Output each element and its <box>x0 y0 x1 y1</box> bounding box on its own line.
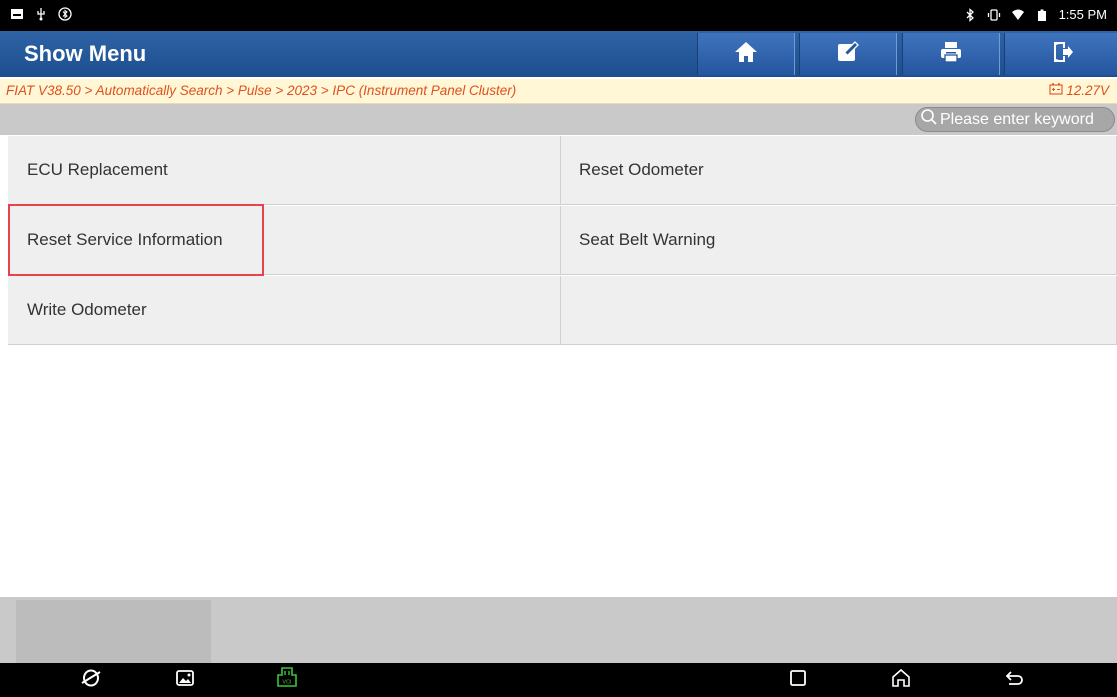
edit-icon <box>836 40 860 69</box>
menu-item-write-odometer[interactable]: Write Odometer <box>8 276 561 345</box>
menu-row: Reset Service Information Seat Belt Warn… <box>8 204 1117 276</box>
vibrate-icon <box>987 8 1001 22</box>
nav-home-button[interactable] <box>889 668 913 692</box>
print-icon <box>939 40 963 69</box>
menu-item-seat-belt-warning[interactable]: Seat Belt Warning <box>561 206 1117 275</box>
back-button[interactable] <box>1002 668 1026 692</box>
home-icon <box>734 40 758 69</box>
voltage-value: 12.27V <box>1066 83 1109 98</box>
exit-icon <box>1050 40 1074 69</box>
menu-item-reset-service-information[interactable]: Reset Service Information <box>8 204 561 276</box>
menu-item-label: Reset Service Information <box>27 230 223 249</box>
exit-button[interactable] <box>1004 33 1117 75</box>
nav-bar: VCI <box>0 663 1117 697</box>
browser-button[interactable] <box>79 668 103 692</box>
battery-voltage-icon <box>1049 83 1063 98</box>
page-title: Show Menu <box>24 41 147 66</box>
bluetooth-circle-icon <box>58 7 72 21</box>
wifi-icon <box>1011 8 1025 22</box>
bottom-tab[interactable] <box>16 600 211 663</box>
breadcrumb: FIAT V38.50 > Automatically Search > Pul… <box>6 83 517 98</box>
bottom-bar <box>0 597 1117 663</box>
menu-item-empty <box>561 276 1117 345</box>
menu-row: ECU Replacement Reset Odometer <box>8 136 1117 206</box>
svg-text:VCI: VCI <box>282 679 292 685</box>
gallery-button[interactable] <box>173 668 197 692</box>
menu-item-reset-odometer[interactable]: Reset Odometer <box>561 136 1117 205</box>
recent-apps-icon <box>789 669 807 692</box>
vci-icon: VCI <box>275 666 299 694</box>
menu-item-ecu-replacement[interactable]: ECU Replacement <box>8 136 561 205</box>
home-icon <box>890 667 912 694</box>
back-icon <box>1003 667 1025 694</box>
bluetooth-icon <box>963 7 977 22</box>
status-bar: 1:55 PM <box>0 0 1117 31</box>
search-strip <box>0 104 1117 135</box>
usb-icon <box>34 7 48 21</box>
print-button[interactable] <box>902 33 1000 75</box>
edit-button[interactable] <box>799 33 897 75</box>
vci-button[interactable]: VCI <box>275 666 299 694</box>
voltage-indicator: 12.27V <box>1049 83 1109 98</box>
status-time: 1:55 PM <box>1058 7 1107 22</box>
recent-apps-button[interactable] <box>786 668 810 692</box>
breadcrumb-bar: FIAT V38.50 > Automatically Search > Pul… <box>0 79 1117 104</box>
search-box[interactable] <box>915 107 1117 132</box>
menu-grid: ECU Replacement Reset Odometer Reset Ser… <box>8 136 1117 346</box>
battery-icon <box>1035 8 1049 22</box>
menu-row: Write Odometer <box>8 276 1117 346</box>
search-icon <box>920 108 938 131</box>
notification-icon <box>10 7 24 21</box>
title-bar: Show Menu <box>0 31 1117 77</box>
gallery-icon <box>175 668 195 693</box>
search-input[interactable] <box>940 110 1117 129</box>
browser-icon <box>80 667 102 694</box>
home-button[interactable] <box>697 33 795 75</box>
